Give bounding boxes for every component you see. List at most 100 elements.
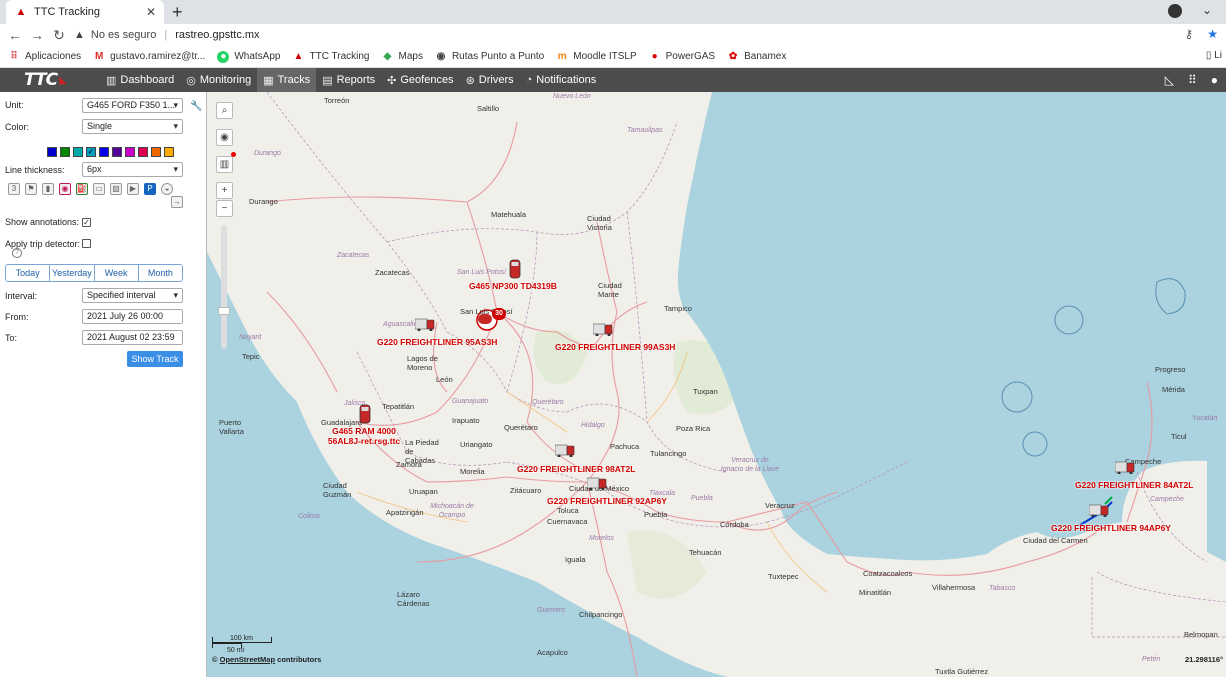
semi-truck-icon[interactable] <box>1089 503 1109 517</box>
ruler-icon[interactable]: ◺ <box>1165 73 1174 87</box>
pickup-truck-icon[interactable] <box>508 258 522 280</box>
grid-menu-icon[interactable]: ⠿ <box>1188 73 1197 87</box>
map-eye-icon[interactable]: ◉ <box>216 129 233 146</box>
color-swatch[interactable] <box>73 147 83 157</box>
url-input[interactable]: ▲ No es seguro | rastreo.gpsttc.mx <box>74 25 1174 45</box>
period-month-button[interactable]: Month <box>138 265 182 281</box>
stop-marker-icon[interactable]: ▮ <box>42 183 54 195</box>
back-icon[interactable]: ← <box>4 27 26 43</box>
direction-arrow-icon[interactable]: → <box>171 196 183 208</box>
unit-label[interactable]: G220 FREIGHTLINER 99AS3H <box>555 342 675 352</box>
period-week-button[interactable]: Week <box>94 265 139 281</box>
color-swatch[interactable] <box>99 147 109 157</box>
osm-link[interactable]: OpenStreetMap <box>220 655 275 664</box>
help-icon[interactable]: ? <box>12 248 22 258</box>
bookmark-maps[interactable]: ◆ Maps <box>382 51 423 63</box>
interval-row: Interval: <box>5 291 37 301</box>
color-swatch[interactable] <box>60 147 70 157</box>
color-swatch[interactable] <box>138 147 148 157</box>
tab-close-icon[interactable]: ✕ <box>146 5 156 19</box>
unit-label[interactable]: G220 FREIGHTLINER 98AT2L <box>517 464 635 474</box>
zoom-in-icon[interactable]: + <box>216 182 233 199</box>
nav-geofences[interactable]: ✣ Geofences <box>381 68 459 92</box>
show-track-button[interactable]: Show Track <box>127 351 183 367</box>
interval-select[interactable]: Specified interval <box>82 288 183 303</box>
state-label: Veracruz de Ignacio de la Llave <box>720 457 780 473</box>
url-separator: | <box>164 29 168 41</box>
unit-label[interactable]: G220 FREIGHTLINER 92AP6Y <box>547 496 667 506</box>
semi-truck-icon[interactable] <box>555 443 575 457</box>
bookmark-moodle[interactable]: m Moodle ITSLP <box>556 51 637 63</box>
unit-select[interactable]: G465 FORD F350 1... <box>82 98 183 113</box>
map-view[interactable]: ⌕ ◉ ▥ + − Torreón Durango Saltillo Mateh… <box>207 92 1226 677</box>
apply-trip-detector-checkbox[interactable] <box>82 239 91 248</box>
bookmark-rutas[interactable]: ◉ Rutas Punto a Punto <box>435 51 545 63</box>
unit-label[interactable]: G220 FREIGHTLINER 84AT2L <box>1075 480 1193 490</box>
flag-marker-icon[interactable]: ⚑ <box>25 183 37 195</box>
color-swatch-selected[interactable]: ✓ <box>86 147 96 157</box>
nav-monitoring[interactable]: ◎ Monitoring <box>180 68 257 92</box>
bookmark-label: Aplicaciones <box>25 51 82 62</box>
key-icon[interactable]: ⚷ <box>1184 27 1193 41</box>
video-marker-icon[interactable]: ▶ <box>127 183 139 195</box>
unit-label[interactable]: G465 NP300 TD4319B <box>469 281 557 291</box>
from-input[interactable]: 2021 July 26 00:00 <box>82 309 183 324</box>
user-icon[interactable]: ● <box>1211 73 1218 87</box>
map-layers-icon[interactable]: ▥ <box>216 156 233 173</box>
ttc-logo[interactable]: TTC ◣ <box>0 68 100 92</box>
color-select[interactable]: Single <box>82 119 183 134</box>
color-swatch[interactable] <box>125 147 135 157</box>
bookmark-gmail[interactable]: Mgustavo.ramirez@tr... <box>93 51 205 63</box>
parking-marker-icon[interactable]: P <box>144 183 156 195</box>
to-input[interactable]: 2021 August 02 23:59 <box>82 330 183 345</box>
color-row: Color: <box>5 122 29 132</box>
zoom-slider-thumb[interactable] <box>218 307 230 315</box>
color-swatch[interactable] <box>112 147 122 157</box>
tab-search-icon[interactable]: ⌄ <box>1202 3 1212 17</box>
unit-label[interactable]: G220 FREIGHTLINER 94AP6Y <box>1051 523 1171 533</box>
line-thickness-select[interactable]: 6px <box>82 162 183 177</box>
show-annotations-checkbox[interactable]: ✓ <box>82 218 91 227</box>
browser-tab[interactable]: ▲ TTC Tracking ✕ <box>6 0 164 24</box>
bookmark-more[interactable]: ▯ Li <box>1206 50 1222 61</box>
window-control-icon[interactable] <box>1168 4 1182 18</box>
photo-marker-icon[interactable]: ▨ <box>110 183 122 195</box>
map-search-icon[interactable]: ⌕ <box>216 102 233 119</box>
nav-reports[interactable]: ▤ Reports <box>316 68 381 92</box>
map-base <box>207 92 1226 677</box>
event-marker-icon[interactable]: ◉ <box>59 183 71 195</box>
color-swatch[interactable] <box>164 147 174 157</box>
color-swatch[interactable] <box>47 147 57 157</box>
nav-tracks[interactable]: ▦ Tracks <box>257 68 317 92</box>
bookmark-whatsapp[interactable]: ● WhatsApp <box>217 50 280 63</box>
bookmark-apps[interactable]: ⠿ Aplicaciones <box>8 51 81 63</box>
bookmark-ttc[interactable]: ▲ TTC Tracking <box>292 51 370 63</box>
unit-label[interactable]: G220 FREIGHTLINER 95AS3H <box>377 337 497 347</box>
nav-notifications[interactable]: ◔ Notifications <box>520 68 603 92</box>
pickup-truck-icon[interactable] <box>358 403 372 425</box>
car-icon[interactable] <box>478 314 492 324</box>
nav-drivers[interactable]: ⊛ Drivers <box>460 68 520 92</box>
color-swatch[interactable] <box>151 147 161 157</box>
new-tab-icon[interactable]: + <box>172 2 183 23</box>
nav-dashboard[interactable]: ▥ Dashboard <box>100 68 180 92</box>
message-marker-icon[interactable]: ▭ <box>93 183 105 195</box>
bookmark-powergas[interactable]: ● PowerGAS <box>649 51 716 63</box>
bookmark-star-icon[interactable]: ★ <box>1207 27 1218 41</box>
semi-truck-icon[interactable] <box>1115 460 1135 474</box>
semi-truck-icon[interactable] <box>415 317 435 331</box>
semi-truck-icon[interactable] <box>587 476 607 490</box>
wrench-icon[interactable]: 🔧 <box>190 101 202 112</box>
period-today-button[interactable]: Today <box>6 265 51 281</box>
semi-truck-icon[interactable] <box>593 322 613 336</box>
reload-icon[interactable]: ↻ <box>48 27 70 44</box>
zoom-out-icon[interactable]: − <box>216 200 233 217</box>
number-marker-icon[interactable]: 3 <box>8 183 20 195</box>
fuel-marker-icon[interactable]: ⛽ <box>76 183 88 195</box>
unit-label[interactable]: G465 RAM 4000 56AL8J-ret.rsg.ttc <box>321 426 407 446</box>
period-yesterday-button[interactable]: Yesterday <box>50 265 95 281</box>
speed-marker-icon[interactable]: ◒ <box>161 183 173 195</box>
zoom-slider[interactable] <box>218 225 230 349</box>
bookmark-banamex[interactable]: ✿ Banamex <box>727 51 786 63</box>
forward-icon[interactable]: → <box>26 27 48 43</box>
